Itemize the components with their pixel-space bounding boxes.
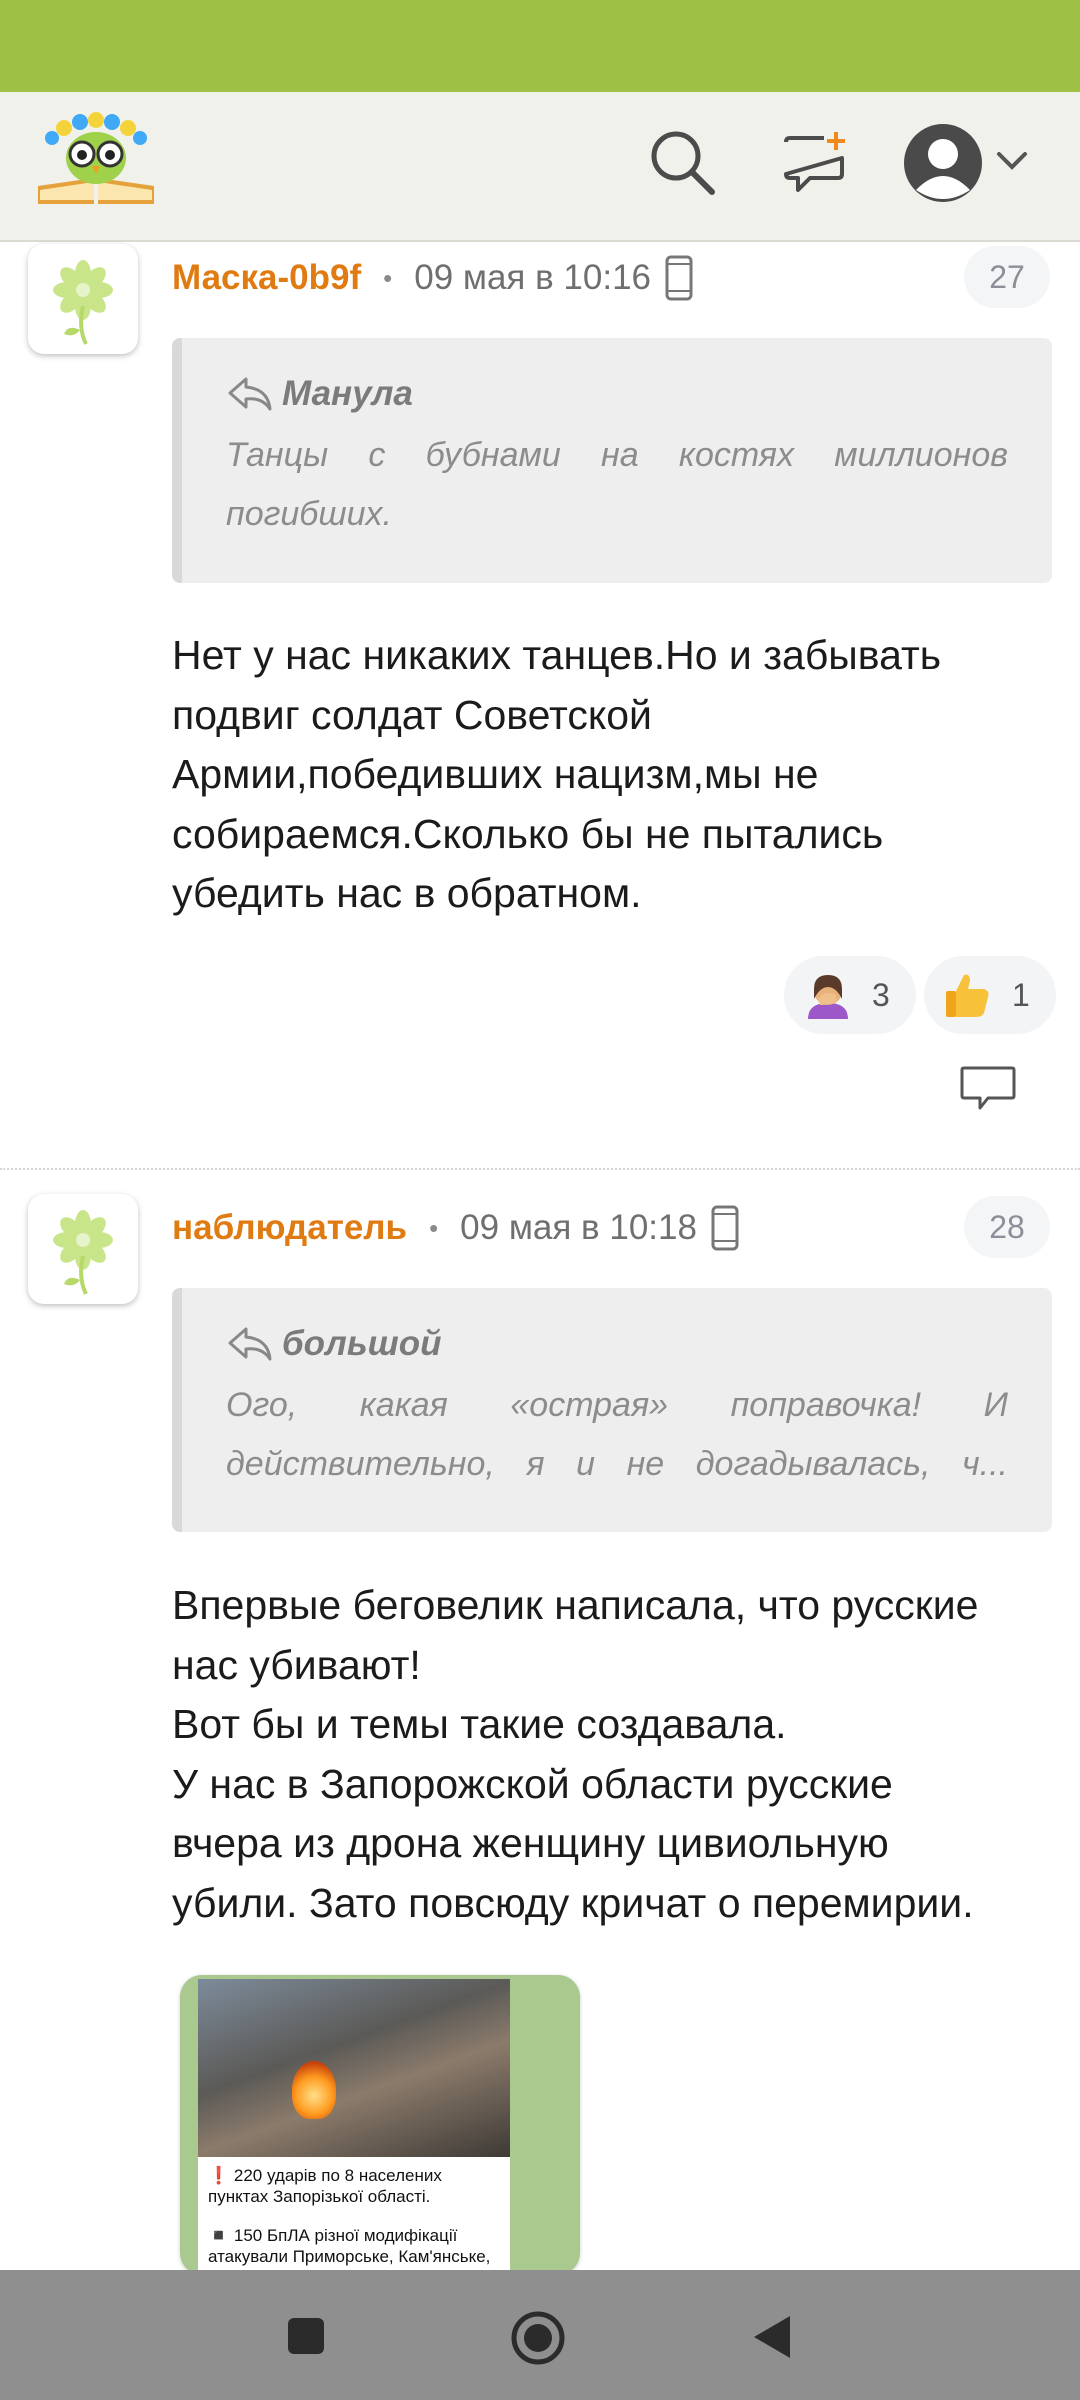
back-button-icon[interactable] (752, 2314, 792, 2360)
fire-graphic (292, 2061, 336, 2119)
avatar[interactable] (28, 244, 138, 354)
attachment-line: ❗ 220 ударів по 8 населених пунктах Запо… (208, 2166, 442, 2206)
chevron-down-icon[interactable] (996, 150, 1028, 172)
comment-time[interactable]: 09 мая в 10:16 (414, 258, 651, 298)
attachment-photo (198, 1979, 510, 2157)
recents-button-icon[interactable] (286, 2316, 326, 2356)
reaction-thumbs-up[interactable]: 1 (924, 956, 1056, 1034)
book-owl-logo[interactable] (34, 108, 158, 208)
quote-block: Манула Танцы с бубнами на костях миллион… (172, 338, 1052, 583)
thumbs-up-icon (946, 974, 989, 1017)
comment-meta: наблюдатель • 09 мая в 10:18 (172, 1198, 739, 1258)
system-nav-bar (0, 2270, 1080, 2400)
comment-author[interactable]: Маска-0b9f (172, 258, 361, 298)
quote-author[interactable]: Манула (282, 374, 413, 414)
attachment-image[interactable]: ❗ 220 ударів по 8 населених пунктах Запо… (180, 1975, 580, 2275)
home-button-icon[interactable] (510, 2310, 566, 2366)
quote-author[interactable]: большой (282, 1324, 441, 1364)
reply-arrow-icon (228, 1327, 272, 1361)
quote-text: Танцы с бубнами на костях миллионов поги… (226, 436, 1008, 533)
quote-author-row: большой (226, 1324, 1008, 1364)
comment-body: Нет у нас никаких танцев.Но и забывать п… (172, 632, 942, 916)
reply-icon[interactable] (958, 1062, 1018, 1116)
attachment-line: ◾ 150 БпЛА різної модифікації атакували … (208, 2226, 491, 2266)
quote-text: Ого, какая «острая» поправочка! И действ… (226, 1386, 1008, 1483)
profile-icon[interactable] (902, 122, 984, 204)
mobile-device-icon (711, 1205, 739, 1251)
quote-block: большой Ого, какая «острая» поправочка! … (172, 1288, 1052, 1532)
facepalm-icon (808, 975, 848, 1019)
mobile-device-icon (665, 255, 693, 301)
status-bar (0, 0, 1080, 92)
comment-author[interactable]: наблюдатель (172, 1208, 407, 1248)
search-icon[interactable] (646, 126, 718, 198)
reaction-facepalm[interactable]: 3 (784, 956, 916, 1034)
comment-divider (0, 1168, 1080, 1170)
reaction-count: 3 (872, 976, 890, 1013)
quote-author-row: Манула (226, 374, 1008, 414)
comment-number[interactable]: 28 (964, 1196, 1050, 1258)
comment-number[interactable]: 27 (964, 246, 1050, 308)
avatar[interactable] (28, 1194, 138, 1304)
comment-meta: Маска-0b9f • 09 мая в 10:16 (172, 248, 693, 308)
new-message-icon[interactable] (780, 128, 852, 198)
attachment-caption: ❗ 220 ударів по 8 населених пунктах Запо… (198, 2157, 510, 2275)
meta-separator: • (429, 1212, 439, 1243)
reaction-count: 1 (1012, 976, 1030, 1013)
comment-body: Впервые беговелик написала, что русские … (172, 1582, 979, 1926)
meta-separator: • (383, 262, 393, 293)
comment-time[interactable]: 09 мая в 10:18 (460, 1208, 697, 1248)
reply-arrow-icon (228, 377, 272, 411)
